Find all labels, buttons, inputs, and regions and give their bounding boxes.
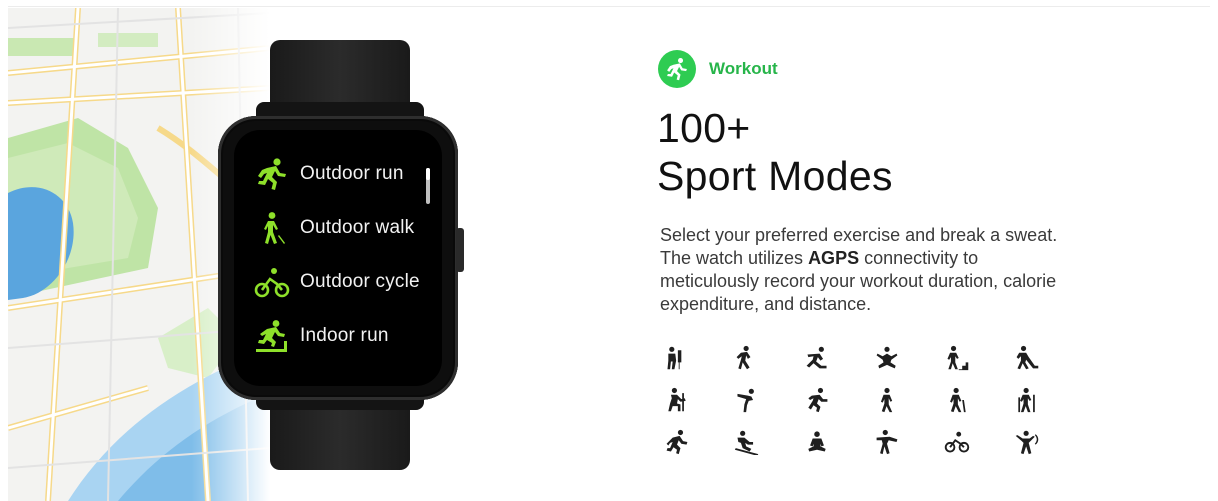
outdoor-run-icon [254, 156, 290, 192]
product-banner: Outdoor run Outdoor walk Outdoor cycle I… [0, 0, 1218, 501]
workout-badge: Workout [658, 50, 778, 88]
skiing-icon [732, 427, 762, 457]
watch-menu-item-indoor-run: Indoor run [254, 316, 389, 356]
watch-menu-item-outdoor-cycle: Outdoor cycle [254, 262, 420, 302]
title-line-1: 100+ [657, 105, 751, 151]
gymnastics-icon [732, 385, 762, 415]
running-icon [662, 427, 692, 457]
watch-scrollbar [426, 168, 430, 204]
watch-menu-label: Outdoor run [300, 163, 404, 184]
rowing-icon [662, 385, 692, 415]
watch-menu-item-outdoor-run: Outdoor run [254, 154, 404, 194]
martial-arts-icon [872, 427, 902, 457]
boxing-icon [662, 343, 692, 373]
skating-icon [802, 343, 832, 373]
watch-menu-item-outdoor-walk: Outdoor walk [254, 208, 414, 248]
outdoor-walk-icon [254, 210, 290, 246]
meditation-icon [802, 427, 832, 457]
outdoor-cycle-icon [254, 264, 290, 300]
watch-menu-label: Outdoor walk [300, 217, 415, 238]
watch-crown [456, 228, 464, 272]
divider [8, 6, 1210, 7]
badge-label: Workout [709, 59, 778, 78]
running-person-icon [658, 50, 696, 88]
title-line-2: Sport Modes [657, 153, 893, 199]
cheer-icon [1012, 427, 1042, 457]
trekking-icon [1012, 385, 1042, 415]
hiking-icon [942, 385, 972, 415]
yoga-icon [872, 343, 902, 373]
watch-menu-label: Outdoor cycle [300, 271, 420, 292]
walking-icon [872, 385, 902, 415]
watch-menu-label: Indoor run [300, 325, 389, 346]
hockey-icon [1012, 343, 1042, 373]
dance-icon [802, 385, 832, 415]
description-bold: AGPS [808, 248, 860, 268]
climbing-icon [732, 343, 762, 373]
indoor-run-icon [254, 318, 290, 354]
page-title: 100+ Sport Modes [657, 104, 893, 200]
stair-stepper-icon [942, 343, 972, 373]
cycling-icon [942, 427, 972, 457]
smartwatch-image: Outdoor run Outdoor walk Outdoor cycle I… [218, 40, 468, 470]
description: Select your preferred exercise and break… [660, 224, 1080, 316]
